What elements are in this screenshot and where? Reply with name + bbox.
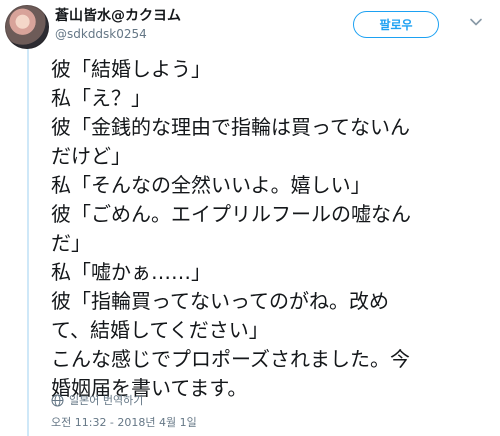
- tweet-line: 私「嘘かぁ……」: [51, 260, 211, 284]
- avatar[interactable]: [5, 5, 49, 49]
- tweet-line: 彼「金銭的な理由で指輪は買ってないん: [51, 115, 410, 139]
- tweet-timestamp[interactable]: 오전 11:32 - 2018년 4월 1일: [51, 414, 197, 430]
- follow-button[interactable]: 팔로우: [353, 11, 439, 38]
- translate-link[interactable]: 일본어 번역하기: [51, 392, 143, 408]
- author-name[interactable]: 蒼山皆水@カクヨム: [55, 5, 181, 25]
- thread-line: [27, 46, 29, 436]
- tweet-text: 彼「結婚しよう」 私「え？」 彼「金銭的な理由で指輪は買ってないん だけど」 私…: [51, 55, 491, 403]
- tweet-line: だ」: [51, 231, 91, 255]
- tweet-line: だけど」: [51, 144, 131, 168]
- tweet-line: 私「え？」: [51, 86, 151, 110]
- tweet-line: て、結婚してください」: [51, 318, 269, 342]
- chevron-down-icon[interactable]: [468, 14, 484, 30]
- globe-icon: [51, 394, 64, 407]
- tweet-line: 私「そんなの全然いいよ。嬉しい」: [51, 173, 371, 197]
- tweet-line: こんな感じでプロポーズされました。今: [51, 347, 410, 371]
- tweet-line: 彼「結婚しよう」: [51, 57, 211, 81]
- author-handle[interactable]: @sdkddsk0254: [55, 27, 147, 41]
- tweet-card: 蒼山皆水@カクヨム @sdkddsk0254 팔로우 彼「結婚しよう」 私「え？…: [0, 0, 500, 436]
- tweet-line: 彼「指輪買ってないってのがね。改め: [51, 289, 389, 313]
- translate-label[interactable]: 일본어 번역하기: [69, 392, 143, 408]
- tweet-line: 彼「ごめん。エイプリルフールの嘘なん: [51, 202, 411, 226]
